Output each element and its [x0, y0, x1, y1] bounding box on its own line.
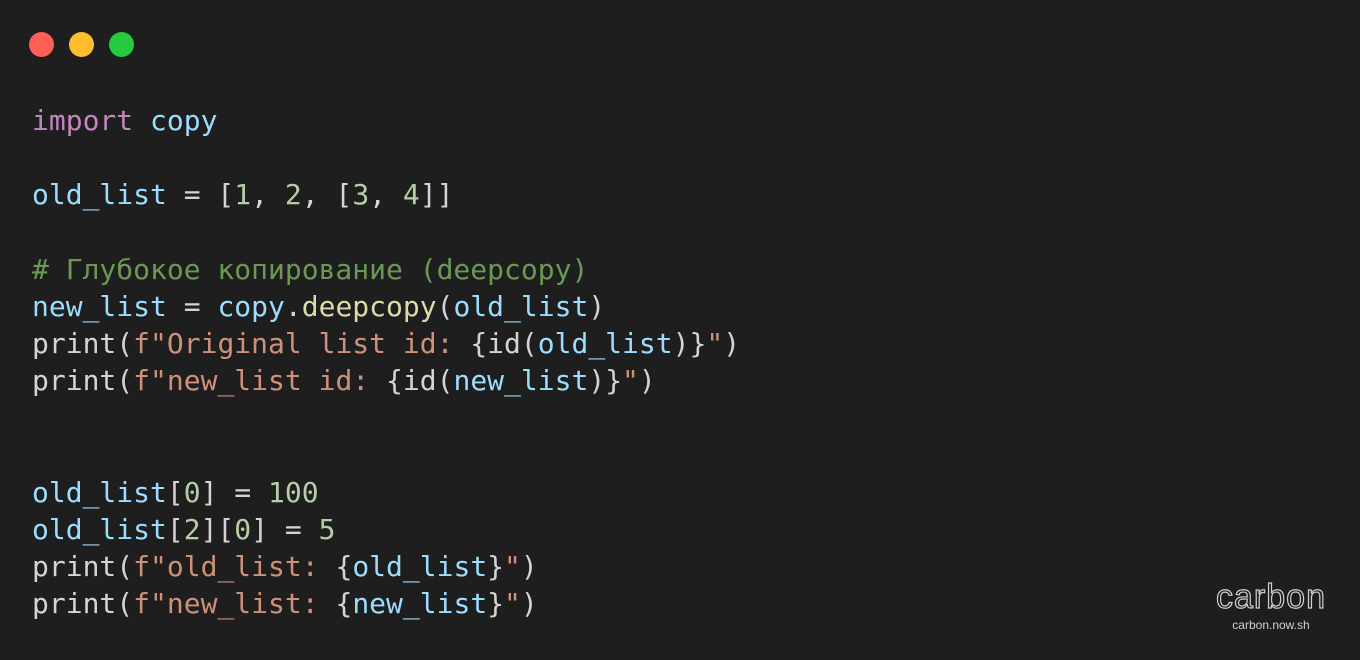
token: = [	[166, 178, 235, 212]
string: "	[504, 587, 521, 621]
token: ,	[369, 178, 403, 212]
close-dot-icon[interactable]	[29, 32, 54, 57]
token: )	[638, 364, 656, 398]
function-print: print	[32, 587, 117, 621]
token: ]]	[419, 178, 454, 212]
token: )	[520, 587, 538, 621]
number: 0	[234, 513, 252, 547]
number: 100	[268, 475, 319, 509]
token: =	[166, 289, 218, 323]
var-old-list: old_list	[32, 513, 167, 547]
string: "	[504, 550, 521, 584]
token: }	[689, 327, 707, 361]
token: {	[335, 550, 353, 584]
string: f"Original list id:	[133, 327, 471, 361]
function-id: id	[402, 364, 437, 398]
string: f"new_list:	[133, 587, 336, 621]
code-line-8: print(f"new_list id: {id(new_list)}")	[32, 362, 740, 399]
string: f"old_list:	[133, 550, 336, 584]
number: 4	[402, 178, 420, 212]
var-old-list: old_list	[32, 475, 167, 509]
function-print: print	[32, 550, 117, 584]
string: "	[706, 327, 724, 361]
token: )	[588, 364, 606, 398]
carbon-watermark: carbon carbon.now.sh	[1215, 577, 1326, 632]
var-new-list: new_list	[32, 289, 167, 323]
code-block: import copy old_list = [1, 2, [3, 4]] # Гл…	[32, 102, 740, 623]
token: )	[520, 550, 538, 584]
function-print: print	[32, 364, 117, 398]
token: }	[487, 550, 505, 584]
keyword-import: import	[32, 104, 134, 137]
module-copy: copy	[217, 289, 285, 323]
carbon-logo: carbon	[1215, 577, 1326, 616]
function-deepcopy: deepcopy	[301, 289, 437, 323]
module-copy: copy	[150, 104, 218, 137]
string: f"new_list id:	[133, 364, 387, 398]
number: 5	[318, 513, 336, 547]
token: )	[588, 289, 606, 323]
number: 2	[284, 178, 302, 212]
code-line-1: import copy	[32, 102, 740, 139]
token: (	[116, 550, 134, 584]
arg-old-list: old_list	[537, 327, 673, 361]
minimize-dot-icon[interactable]	[69, 32, 94, 57]
arg-old-list: old_list	[453, 289, 589, 323]
code-line-3: old_list = [1, 2, [3, 4]]	[32, 176, 740, 213]
number: 3	[352, 178, 370, 212]
code-line-12: old_list[2][0] = 5	[32, 511, 740, 548]
token: }	[487, 587, 505, 621]
string: "	[622, 364, 639, 398]
code-line-7: print(f"Original list id: {id(old_list)}…	[32, 325, 740, 362]
token: {	[386, 364, 403, 398]
number: 0	[183, 475, 201, 509]
token: [	[166, 475, 184, 509]
window-controls	[29, 32, 134, 57]
number: 2	[183, 513, 201, 547]
number: 1	[234, 178, 252, 212]
code-line-13: print(f"old_list: {old_list}")	[32, 548, 740, 585]
token: (	[116, 587, 134, 621]
token: (	[116, 364, 134, 398]
token: ,	[251, 178, 285, 212]
token: , [	[301, 178, 353, 212]
function-print: print	[32, 327, 117, 361]
token: }	[605, 364, 623, 398]
arg-new-list: new_list	[352, 587, 488, 621]
code-line-6: new_list = copy.deepcopy(old_list)	[32, 288, 740, 325]
token: [	[166, 513, 184, 547]
function-id: id	[487, 327, 521, 361]
carbon-url: carbon.now.sh	[1232, 618, 1310, 632]
token: )	[723, 327, 741, 361]
token: {	[470, 327, 488, 361]
arg-old-list: old_list	[352, 550, 488, 584]
token: ] =	[200, 475, 269, 509]
arg-new-list: new_list	[453, 364, 589, 398]
maximize-dot-icon[interactable]	[109, 32, 134, 57]
var-old-list: old_list	[32, 178, 167, 212]
token: )	[672, 327, 690, 361]
token: {	[335, 587, 353, 621]
token: ] =	[251, 513, 319, 547]
token: ][	[200, 513, 235, 547]
comment: # Глубокое копирование (deepcopy)	[32, 252, 589, 286]
code-line-14: print(f"new_list: {new_list}")	[32, 585, 740, 622]
token: (	[436, 364, 454, 398]
code-line-11: old_list[0] = 100	[32, 474, 740, 511]
token: (	[436, 289, 454, 323]
token: .	[284, 289, 302, 323]
code-window: import copy old_list = [1, 2, [3, 4]] # Гл…	[0, 0, 1360, 660]
code-line-5: # Глубокое копирование (deepcopy)	[32, 251, 740, 288]
token: (	[520, 327, 538, 361]
token: (	[116, 327, 134, 361]
